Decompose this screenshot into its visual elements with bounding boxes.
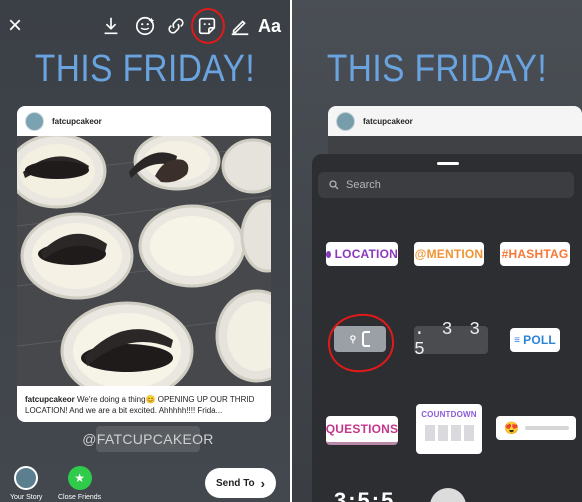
mention-sticker[interactable]: @FATCUPCAKEOR: [82, 426, 213, 452]
story-editor-left: × Aa THIS FRIDAY! fatcupcakeor fatcupcak…: [0, 0, 290, 502]
countdown-sticker[interactable]: COUNTDOWN: [416, 404, 482, 454]
post-avatar-right: [336, 111, 355, 131]
text-tool-button[interactable]: Aa: [258, 14, 281, 38]
more-stickers-circle: [430, 488, 466, 502]
location-sticker[interactable]: LOCATION: [326, 242, 398, 266]
text-tool-label: Aa: [258, 15, 282, 36]
search-placeholder: Search: [346, 179, 381, 191]
sticker-highlight-annotation: [191, 8, 225, 44]
questions-sticker[interactable]: QUESTIONS: [326, 416, 398, 445]
story-headline-text-right: THIS FRIDAY!: [326, 48, 548, 90]
countdown-clock-sticker[interactable]: . 3 3 5: [414, 320, 488, 360]
more-stickers-peek: 3:5:5: [334, 488, 396, 502]
post-username: fatcupcakeor: [52, 116, 102, 126]
emoji-slider-sticker[interactable]: 😍: [496, 416, 576, 440]
shared-post-card[interactable]: fatcupcakeor fatcupcakeor We're doing a …: [17, 106, 271, 422]
mention-sticker-option[interactable]: @MENTION: [414, 242, 484, 266]
sticker-tray: Search LOCATION @MENTION #HASHTAG ⚲ . 3 …: [312, 154, 582, 502]
caption-username: fatcupcakeor: [25, 395, 75, 404]
link-button[interactable]: [165, 14, 187, 38]
your-story-label: Your Story: [10, 494, 43, 501]
question-sticker-highlight-annotation: [324, 309, 398, 377]
pen-icon: [231, 20, 249, 36]
slider-track: [525, 426, 570, 430]
post-header-right: fatcupcakeor: [328, 106, 582, 136]
close-friends-button[interactable]: ★ Close Friends: [58, 466, 101, 501]
face-effects-icon: [135, 16, 155, 36]
draw-button[interactable]: [229, 14, 251, 38]
location-pin-icon: [326, 250, 331, 258]
poll-sticker-label: POLL: [523, 333, 556, 347]
post-caption: fatcupcakeor We're doing a thing😊 OPENIN…: [17, 386, 271, 422]
search-icon: [329, 180, 339, 190]
face-filter-button[interactable]: [134, 14, 156, 38]
poll-sticker[interactable]: ≡ POLL: [510, 328, 560, 352]
close-friends-label: Close Friends: [58, 494, 102, 501]
download-icon: [104, 17, 118, 35]
countdown-sticker-label: COUNTDOWN: [421, 410, 477, 419]
close-friends-star-icon: ★: [67, 466, 92, 490]
location-sticker-label: LOCATION: [334, 247, 398, 261]
hashtag-sticker[interactable]: #HASHTAG: [500, 242, 570, 266]
chevron-right-icon: ›: [260, 475, 266, 491]
editor-toolbar: × Aa: [0, 0, 290, 52]
story-headline-text[interactable]: THIS FRIDAY!: [17, 48, 272, 91]
post-avatar: [25, 111, 44, 131]
your-story-avatar: [14, 466, 39, 490]
post-header: fatcupcakeor: [17, 106, 271, 136]
send-to-label: Send To: [215, 477, 255, 489]
download-button[interactable]: [100, 14, 122, 38]
post-username-right: fatcupcakeor: [363, 116, 413, 126]
send-to-button[interactable]: Send To ›: [205, 468, 276, 498]
sticker-search-input[interactable]: Search: [318, 172, 574, 198]
poll-icon: ≡: [514, 334, 521, 346]
countdown-grid: [424, 425, 474, 441]
post-photo: [17, 136, 271, 386]
cupcake-tray-photo: [17, 136, 271, 386]
close-icon: ×: [8, 12, 23, 39]
close-button[interactable]: ×: [8, 14, 22, 38]
heart-eyes-emoji-icon: 😍: [504, 421, 520, 435]
tray-drag-handle[interactable]: [437, 162, 459, 165]
your-story-button[interactable]: Your Story: [10, 466, 42, 501]
story-editor-right: THIS FRIDAY! fatcupcakeor Search LOCATIO…: [292, 0, 582, 502]
link-icon: [168, 18, 184, 34]
